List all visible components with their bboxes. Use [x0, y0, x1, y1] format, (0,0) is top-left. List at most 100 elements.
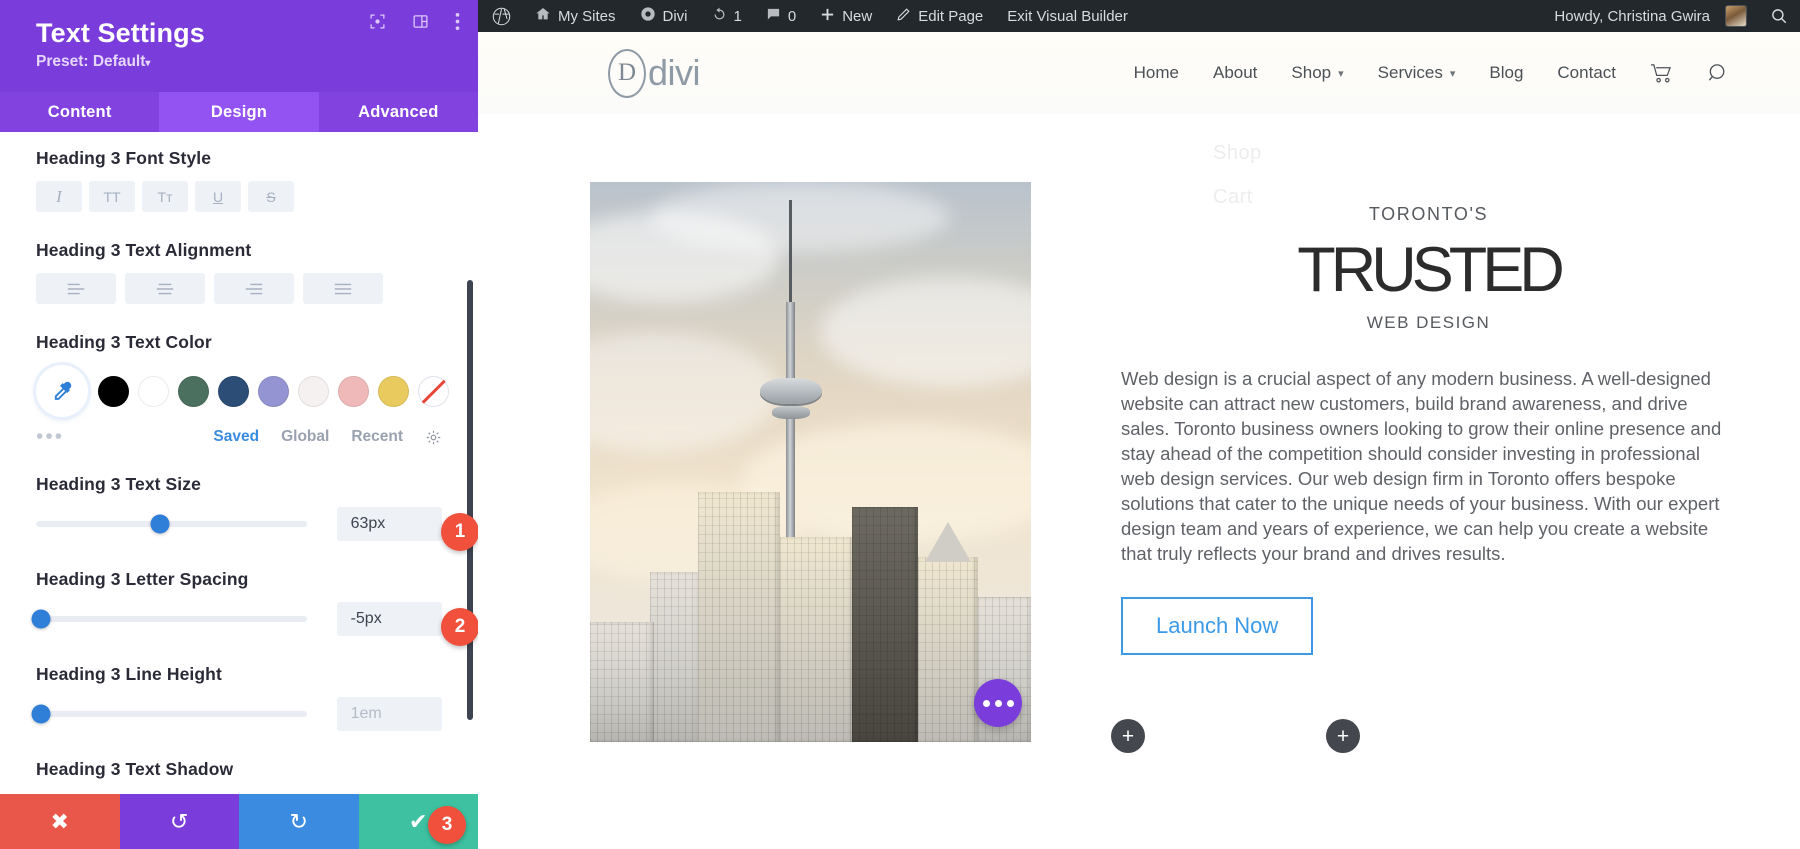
dot — [983, 700, 990, 707]
dot — [1007, 700, 1014, 707]
panel-tabs: Content Design Advanced — [0, 92, 478, 132]
swatch-pink[interactable] — [338, 376, 369, 407]
label: 0 — [788, 8, 796, 25]
pencil-icon — [896, 7, 911, 26]
logo-text: divi — [648, 52, 700, 94]
hero-headline[interactable]: TRUSTED — [1121, 237, 1736, 303]
strikethrough-button[interactable]: S — [248, 181, 294, 212]
text-settings-panel: Text Settings Preset: Default▾ — [0, 0, 478, 849]
slider-handle[interactable] — [32, 610, 51, 629]
cart-icon[interactable] — [1650, 63, 1673, 84]
align-right-button[interactable] — [214, 273, 294, 304]
new-item[interactable]: New — [808, 0, 884, 32]
site-navigation: Home About Shop ▾ Services ▾ Blog Contac — [1134, 62, 1730, 85]
italic-button[interactable]: I — [36, 181, 82, 212]
color-tab-recent[interactable]: Recent — [351, 428, 403, 446]
nav-item-shop[interactable]: Shop ▾ — [1291, 63, 1343, 83]
swatch-no-color[interactable] — [418, 376, 449, 407]
add-module-button-right[interactable]: + — [1326, 719, 1360, 753]
swatch-periwinkle[interactable] — [258, 376, 289, 407]
add-module-button-left[interactable]: + — [1111, 719, 1145, 753]
panel-header-icons — [369, 12, 460, 31]
comments-item[interactable]: 0 — [754, 0, 808, 32]
chevron-down-icon: ▾ — [1338, 67, 1344, 80]
divi-icon — [640, 6, 656, 26]
label: 1 — [734, 8, 742, 25]
updates-item[interactable]: 1 — [700, 0, 754, 32]
nav-item-home[interactable]: Home — [1134, 63, 1179, 83]
line-height-slider[interactable] — [36, 711, 307, 717]
page-settings-button[interactable] — [974, 679, 1022, 727]
toronto-skyline-image[interactable] — [590, 182, 1031, 742]
align-center-button[interactable] — [125, 273, 205, 304]
color-tab-saved[interactable]: Saved — [213, 428, 259, 446]
undo-button[interactable]: ↺ — [120, 794, 240, 849]
label: New — [842, 8, 872, 25]
nav-item-about[interactable]: About — [1213, 63, 1257, 83]
panel-action-bar: ✖ ↺ ↻ ✔ — [0, 794, 478, 849]
chevron-down-icon: ▾ — [1450, 67, 1456, 80]
ghost-label-shop: Shop — [1213, 142, 1262, 165]
tab-design[interactable]: Design — [159, 92, 318, 132]
nav-label: Shop — [1291, 63, 1331, 83]
hero-body-text[interactable]: Web design is a crucial aspect of any mo… — [1121, 367, 1736, 567]
text-size-slider[interactable] — [36, 521, 307, 527]
panel-scrollbar[interactable] — [467, 280, 473, 720]
launch-now-button[interactable]: Launch Now — [1121, 597, 1313, 655]
label: Edit Page — [918, 8, 983, 25]
align-justify-button[interactable] — [303, 273, 383, 304]
swatch-white[interactable] — [138, 376, 169, 407]
nav-label: Services — [1378, 63, 1443, 83]
site-logo[interactable]: D divi — [608, 49, 700, 98]
tab-content[interactable]: Content — [0, 92, 159, 132]
underline-button[interactable]: U — [195, 181, 241, 212]
exit-visual-builder-item[interactable]: Exit Visual Builder — [995, 0, 1140, 32]
focus-icon[interactable] — [369, 13, 386, 30]
nav-item-services[interactable]: Services ▾ — [1378, 63, 1456, 83]
divi-item[interactable]: Divi — [628, 0, 700, 32]
swatch-offwhite[interactable] — [298, 376, 329, 407]
text-size-value[interactable]: 63px — [337, 507, 442, 541]
swatch-black[interactable] — [98, 376, 129, 407]
small-caps-button[interactable]: Tᴛ — [142, 181, 188, 212]
edit-page-item[interactable]: Edit Page — [884, 0, 995, 32]
letter-spacing-label: Heading 3 Letter Spacing — [36, 569, 442, 590]
more-colors-icon[interactable]: ••• — [36, 432, 64, 442]
letter-spacing-slider[interactable] — [36, 616, 307, 622]
label: Divi — [663, 8, 688, 25]
color-tab-global[interactable]: Global — [281, 428, 329, 446]
align-left-button[interactable] — [36, 273, 116, 304]
comment-icon — [766, 7, 781, 26]
panel-preset[interactable]: Preset: Default▾ — [36, 53, 456, 71]
nav-label: Home — [1134, 63, 1179, 83]
nav-item-contact[interactable]: Contact — [1557, 63, 1616, 83]
cancel-button[interactable]: ✖ — [0, 794, 120, 849]
nav-item-blog[interactable]: Blog — [1489, 63, 1523, 83]
letter-spacing-value[interactable]: -5px — [337, 602, 442, 636]
search-icon[interactable] — [1707, 62, 1730, 85]
swatch-green[interactable] — [178, 376, 209, 407]
swatch-navy[interactable] — [218, 376, 249, 407]
uppercase-button[interactable]: TT — [89, 181, 135, 212]
eyedropper-icon[interactable] — [36, 365, 88, 417]
my-sites-item[interactable]: My Sites — [523, 0, 628, 32]
avatar — [1726, 6, 1746, 26]
nav-label: Contact — [1557, 63, 1616, 83]
gear-icon[interactable] — [425, 429, 442, 446]
kebab-menu-icon[interactable] — [455, 12, 460, 31]
swatch-yellow[interactable] — [378, 376, 409, 407]
howdy-label: Howdy, Christina Gwira — [1554, 8, 1710, 25]
slider-handle[interactable] — [151, 515, 170, 534]
redo-button[interactable]: ↻ — [239, 794, 359, 849]
nav-label: Blog — [1489, 63, 1523, 83]
wordpress-logo-item[interactable] — [478, 0, 523, 32]
slider-handle[interactable] — [32, 705, 51, 724]
howdy-item[interactable]: Howdy, Christina Gwira — [1540, 0, 1758, 32]
dot — [995, 700, 1002, 707]
cn-tower-pod-lower — [772, 406, 810, 419]
text-size-control: 63px — [36, 507, 442, 541]
admin-search-button[interactable] — [1758, 0, 1800, 32]
layout-icon[interactable] — [412, 13, 429, 30]
tab-advanced[interactable]: Advanced — [319, 92, 478, 132]
line-height-value[interactable]: 1em — [337, 697, 442, 731]
